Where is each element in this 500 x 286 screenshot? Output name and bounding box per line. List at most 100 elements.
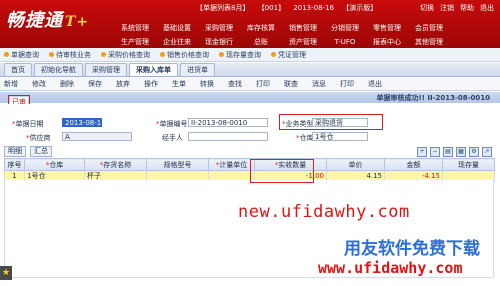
- operate-button[interactable]: 操作: [144, 79, 172, 89]
- handler-field[interactable]: [188, 132, 268, 141]
- app-logo: 畅捷通 T+: [6, 10, 90, 31]
- menu-sales[interactable]: 销售管理: [282, 22, 324, 34]
- new-button[interactable]: 新增: [4, 79, 32, 89]
- warehouse-field[interactable]: 1号仓: [312, 132, 368, 141]
- quick-link[interactable]: 采购价格查询: [101, 50, 150, 60]
- copy-icon[interactable]: ▤: [443, 147, 453, 157]
- menu-production[interactable]: 生产管理: [114, 36, 156, 48]
- bullet-icon: [160, 52, 165, 57]
- print-button[interactable]: 打印: [256, 79, 284, 89]
- status-code: 【001】: [257, 4, 286, 12]
- document-title-bar: 单据审核成功!! II-2013-08-0010: [0, 92, 500, 103]
- number-label: *单据编号: [156, 120, 188, 128]
- menu-inventory[interactable]: 库存核算: [240, 22, 282, 34]
- supplier-field[interactable]: A: [62, 132, 132, 141]
- menu-contacts[interactable]: 企业往来: [156, 36, 198, 48]
- date-field[interactable]: 2013-08-16: [62, 118, 102, 127]
- tab-init-guide[interactable]: 初始化导航: [34, 63, 83, 76]
- col-header-item[interactable]: *存货名称: [84, 158, 147, 171]
- menu-reports[interactable]: 报表中心: [366, 36, 408, 48]
- command-toolbar: 新增 修改 删除 保存 放弃 操作 生单 转换 查找 打印 联查 消息 打印 退…: [0, 78, 500, 91]
- watermark-text: 用友软件免费下载: [344, 239, 480, 259]
- discard-button[interactable]: 放弃: [116, 79, 144, 89]
- export-icon[interactable]: ↗: [482, 147, 492, 157]
- document-tabs: 首页 初始化导航 采购管理 采购入库单 进货单: [0, 63, 500, 77]
- quick-links-bar: 单据查询 待审核业务 采购价格查询 销售价格查询 现存量查询 凭证管理: [0, 48, 500, 62]
- star-icon[interactable]: ★: [0, 266, 12, 280]
- menu-ledger[interactable]: 总账: [240, 36, 282, 48]
- watermark-url-2: www.ufidawhy.com: [318, 259, 463, 277]
- bullet-icon: [271, 52, 276, 57]
- detail-button[interactable]: 明细: [4, 146, 26, 157]
- tab-purchase-order[interactable]: 进货单: [180, 63, 215, 76]
- status-text: 【单据列表8月】 【001】 2013-08-16 【演示版】: [196, 3, 383, 13]
- edit-button[interactable]: 修改: [32, 79, 60, 89]
- menu-other[interactable]: 其他管理: [408, 36, 450, 48]
- main-menu-row2: 生产管理 企业往来 现金银行 总账 资产管理 T-UFO 报表中心 其他管理: [114, 36, 450, 48]
- quick-link[interactable]: 凭证管理: [271, 50, 306, 60]
- col-header-amount[interactable]: 金额: [384, 158, 443, 171]
- tab-purchase-receipt[interactable]: 采购入库单: [129, 63, 178, 76]
- watermark-url: new.ufidawhy.com: [238, 202, 410, 222]
- menu-cash[interactable]: 现金银行: [198, 36, 240, 48]
- convert-button[interactable]: 转换: [200, 79, 228, 89]
- delete-button[interactable]: 删除: [60, 79, 88, 89]
- quick-link[interactable]: 现存量查询: [219, 50, 261, 60]
- delete-row-icon[interactable]: −: [430, 147, 440, 157]
- col-header-index[interactable]: 序号: [4, 158, 25, 171]
- switch-button[interactable]: 切换: [420, 3, 434, 13]
- col-header-unit[interactable]: *计量单位: [208, 158, 255, 171]
- status-date: 2013-08-16: [293, 4, 334, 12]
- col-header-stock[interactable]: 现存量: [442, 158, 495, 171]
- highlight-frame: [250, 159, 314, 183]
- menu-retail[interactable]: 零售管理: [366, 22, 408, 34]
- col-header-spec[interactable]: 规格型号: [146, 158, 209, 171]
- save-button[interactable]: 保存: [88, 79, 116, 89]
- main-menu-row1: 系统管理 基础设置 采购管理 库存核算 销售管理 分销管理 零售管理 会员管理: [114, 22, 450, 34]
- supplier-label: *供应商: [26, 134, 51, 142]
- menu-basic[interactable]: 基础设置: [156, 22, 198, 34]
- document-header-form: *单据日期 2013-08-16 *单据编号 II-2013-08-0010 *…: [0, 104, 500, 144]
- menu-assets[interactable]: 资产管理: [282, 36, 324, 48]
- summary-button[interactable]: 汇总: [30, 146, 52, 157]
- handler-label: 经手人: [162, 134, 183, 142]
- menu-ufo[interactable]: T-UFO: [324, 36, 366, 48]
- bullet-icon: [49, 52, 54, 57]
- tab-home[interactable]: 首页: [4, 63, 32, 76]
- number-field[interactable]: II-2013-08-0010: [188, 118, 268, 127]
- exit-button[interactable]: 退出: [480, 3, 494, 13]
- menu-purchase[interactable]: 采购管理: [198, 22, 240, 34]
- print-menu-button[interactable]: 打印: [340, 79, 368, 89]
- find-button[interactable]: 查找: [228, 79, 256, 89]
- bullet-icon: [101, 52, 106, 57]
- col-header-warehouse[interactable]: *仓库: [24, 158, 85, 171]
- menu-member[interactable]: 会员管理: [408, 22, 450, 34]
- generate-button[interactable]: 生单: [172, 79, 200, 89]
- message-button[interactable]: 消息: [312, 79, 340, 89]
- quick-link[interactable]: 单据查询: [4, 50, 39, 60]
- link-query-button[interactable]: 联查: [284, 79, 312, 89]
- add-row-icon[interactable]: +: [417, 147, 427, 157]
- bullet-icon: [219, 52, 224, 57]
- document-title: 单据审核成功!! II-2013-08-0010: [376, 94, 490, 102]
- status-account: 【单据列表8月】: [196, 4, 250, 12]
- help-button[interactable]: 帮助: [460, 3, 474, 13]
- col-header-price[interactable]: 单价: [326, 158, 385, 171]
- paste-icon[interactable]: ▦: [456, 147, 466, 157]
- status-edition: 【演示版】: [342, 4, 378, 12]
- menu-distribution[interactable]: 分销管理: [324, 22, 366, 34]
- menu-system[interactable]: 系统管理: [114, 22, 156, 34]
- app-header: 畅捷通 T+ 【单据列表8月】 【001】 2013-08-16 【演示版】 切换…: [0, 0, 500, 48]
- warehouse-label: *仓库: [296, 134, 314, 142]
- quick-link[interactable]: 待审核业务: [49, 50, 91, 60]
- system-buttons: 切换 注销 帮助 退出: [420, 3, 494, 13]
- highlight-frame: [279, 114, 383, 130]
- exit-doc-button[interactable]: 退出: [368, 79, 396, 89]
- settings-icon[interactable]: ⚙: [469, 147, 479, 157]
- grid-icon-buttons: + − ▤ ▦ ⚙ ↗: [417, 147, 492, 157]
- date-label: *单据日期: [12, 120, 44, 128]
- quick-link[interactable]: 销售价格查询: [160, 50, 209, 60]
- bullet-icon: [4, 52, 9, 57]
- tab-purchase-mgmt[interactable]: 采购管理: [85, 63, 127, 76]
- logout-button[interactable]: 注销: [440, 3, 454, 13]
